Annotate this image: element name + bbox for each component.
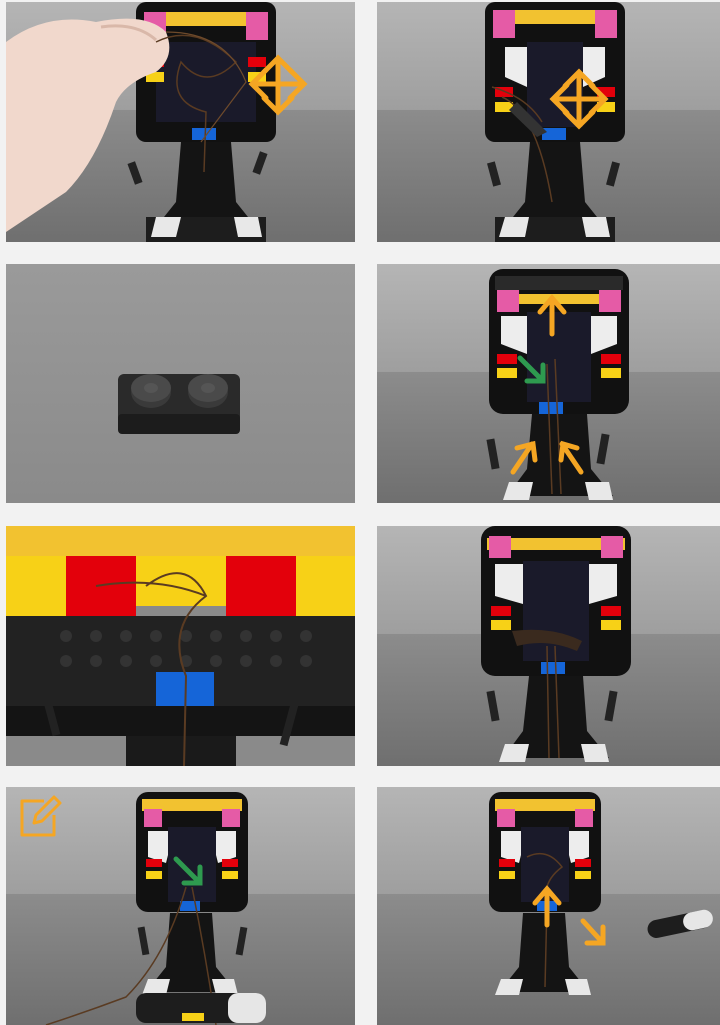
instruction-image-grid <box>0 0 720 1025</box>
down-right-arrow <box>580 918 606 946</box>
lego-plate-scene <box>118 374 240 434</box>
photo-panel-4 <box>377 264 720 503</box>
helmet-scene <box>481 526 631 762</box>
helmet-closeup-scene <box>6 526 355 766</box>
photo-panel-6 <box>377 526 720 766</box>
helmet-scene <box>485 2 625 242</box>
blue-tile <box>541 662 565 674</box>
photo-panel-5 <box>6 526 355 766</box>
edit-icon <box>20 795 62 837</box>
helmet-scene <box>6 2 308 242</box>
photo-panel-3 <box>6 264 355 503</box>
helmet-scene <box>486 269 629 500</box>
photo-panel-1 <box>6 2 355 242</box>
photo-panel-2 <box>377 2 720 242</box>
helmet-scene <box>489 792 713 995</box>
blue-tile <box>539 402 563 414</box>
photo-panel-8 <box>377 787 720 1025</box>
photo-panel-7 <box>6 787 355 1025</box>
blue-tile <box>542 128 566 140</box>
